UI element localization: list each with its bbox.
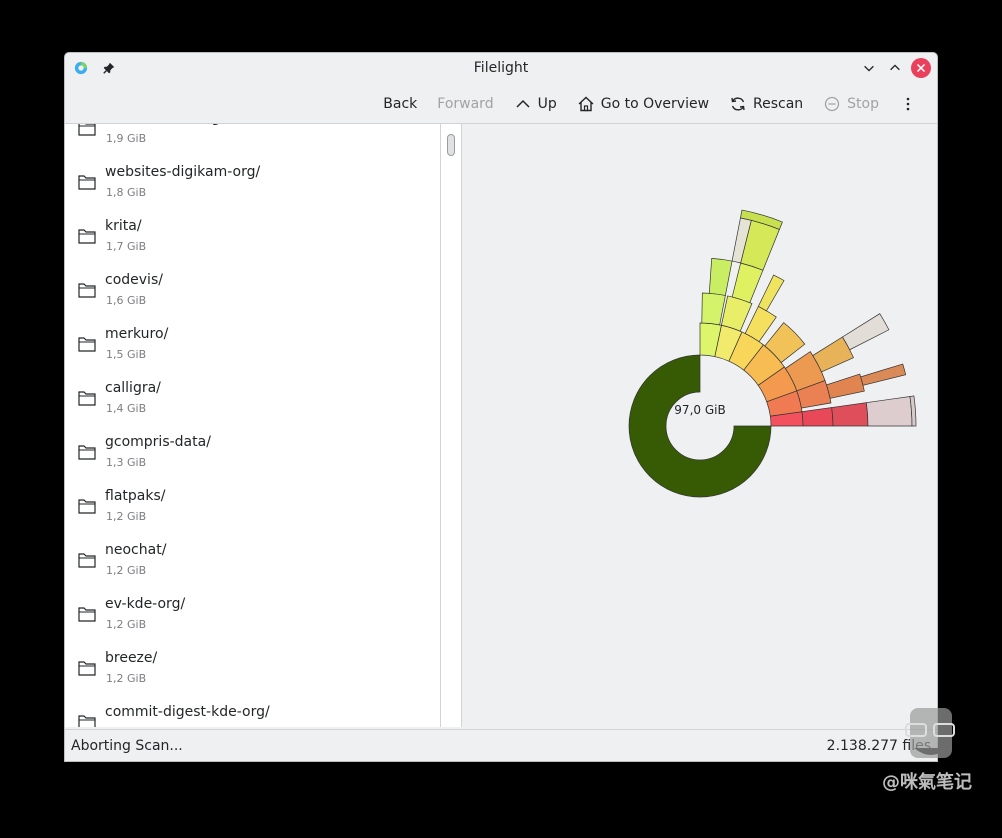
- maximize-icon[interactable]: [885, 58, 905, 78]
- list-item[interactable]: codevis/1,6 GiB: [65, 262, 440, 316]
- window-title: Filelight: [473, 60, 529, 76]
- list-item[interactable]: ev-kde-org/1,2 GiB: [65, 586, 440, 640]
- refresh-icon: [731, 97, 745, 111]
- up-button[interactable]: Up: [506, 91, 565, 117]
- folder-icon: [78, 124, 96, 136]
- watermark-text: @咪氣笔记: [882, 772, 972, 793]
- map-segment-ring3[interactable]: [831, 402, 869, 427]
- list-item[interactable]: merkuro/1,5 GiB: [65, 316, 440, 370]
- main-content: calenmr-kde-org/1,9 GiBwebsites-digikam-…: [65, 123, 937, 727]
- scrollbar[interactable]: [441, 124, 462, 727]
- folder-size: 1,3 GiB: [106, 456, 147, 469]
- folder-name: codevis/: [105, 272, 163, 288]
- filelight-window: Filelight Back Forward Up Go to Overview: [64, 52, 938, 762]
- folder-name: commit-digest-kde-org/: [105, 704, 270, 720]
- folder-icon: [78, 553, 96, 568]
- folder-name: websites-digikam-org/: [105, 164, 261, 180]
- folder-size: 1,2 GiB: [106, 618, 147, 631]
- title-bar: Filelight: [65, 53, 937, 83]
- list-item[interactable]: gcompris-data/1,3 GiB: [65, 424, 440, 478]
- list-item[interactable]: calenmr-kde-org/1,9 GiB: [65, 124, 440, 154]
- overview-label: Go to Overview: [600, 96, 710, 112]
- status-bar: Aborting Scan... 2.138.277 files: [65, 729, 937, 761]
- forward-button[interactable]: Forward: [429, 92, 501, 116]
- more-vertical-icon: [906, 97, 910, 111]
- map-segment-ring2[interactable]: [801, 407, 834, 427]
- close-icon[interactable]: [911, 58, 931, 78]
- folder-name: ev-kde-org/: [105, 596, 186, 612]
- scrollbar-thumb[interactable]: [447, 134, 455, 156]
- folder-size: 1,1 GiB: [106, 726, 146, 727]
- up-label: Up: [537, 96, 557, 112]
- scan-status-text: Aborting Scan...: [71, 738, 183, 754]
- folder-size: 1,7 GiB: [106, 240, 147, 253]
- back-label: Back: [383, 96, 418, 112]
- folder-icon: [78, 229, 96, 244]
- list-item[interactable]: flatpaks/1,2 GiB: [65, 478, 440, 532]
- map-segment-ring4[interactable]: [841, 313, 890, 351]
- home-icon: [578, 96, 594, 112]
- list-item[interactable]: websites-digikam-org/1,8 GiB: [65, 154, 440, 208]
- map-segment-ring4[interactable]: [865, 396, 913, 427]
- folder-icon: [78, 715, 96, 727]
- folder-icon: [78, 661, 96, 676]
- map-segment-ring3[interactable]: [731, 262, 764, 304]
- folder-size: 1,9 GiB: [106, 132, 147, 145]
- folder-name: breeze/: [105, 650, 158, 666]
- folder-icon: [78, 445, 96, 460]
- folder-icon: [78, 499, 96, 514]
- folder-icon: [78, 607, 96, 622]
- folder-name: flatpaks/: [105, 488, 166, 504]
- radial-map[interactable]: 97,0 GiB: [463, 124, 938, 728]
- folder-size: 1,2 GiB: [106, 510, 147, 523]
- map-segment-ring3[interactable]: [757, 274, 785, 312]
- folder-size: 1,4 GiB: [106, 402, 147, 415]
- radial-map-pane[interactable]: 97,0 GiB: [463, 124, 938, 728]
- total-size-label: 97,0 GiB: [674, 403, 725, 417]
- folder-name: calenmr-kde-org/: [105, 124, 225, 126]
- stop-label: Stop: [847, 96, 879, 112]
- rescan-button[interactable]: Rescan: [721, 91, 811, 117]
- stop-icon: [825, 96, 840, 112]
- folder-size: 1,2 GiB: [106, 672, 147, 685]
- toolbar: Back Forward Up Go to Overview Rescan St…: [65, 87, 937, 121]
- folder-name: merkuro/: [105, 326, 169, 342]
- minimize-icon[interactable]: [859, 58, 879, 78]
- more-menu-button[interactable]: [891, 91, 925, 117]
- folder-size: 1,2 GiB: [106, 564, 147, 577]
- folder-name: neochat/: [105, 542, 167, 558]
- map-segment-ring2[interactable]: [701, 292, 726, 326]
- list-item[interactable]: breeze/1,2 GiB: [65, 640, 440, 694]
- list-item[interactable]: calligra/1,4 GiB: [65, 370, 440, 424]
- folder-icon: [78, 337, 96, 352]
- folder-name: calligra/: [105, 380, 161, 396]
- chevron-up-icon: [516, 99, 530, 108]
- stop-button[interactable]: Stop: [815, 91, 887, 117]
- map-segment-ring3[interactable]: [708, 258, 733, 296]
- map-segment-root[interactable]: [628, 354, 772, 498]
- forward-label: Forward: [437, 96, 494, 112]
- app-icon[interactable]: [71, 58, 91, 78]
- back-button[interactable]: Back: [375, 92, 425, 116]
- list-item[interactable]: krita/1,7 GiB: [65, 208, 440, 262]
- map-segment-ring4[interactable]: [860, 363, 907, 386]
- go-to-overview-button[interactable]: Go to Overview: [569, 91, 717, 117]
- folder-size: 1,8 GiB: [106, 186, 147, 199]
- pin-icon[interactable]: [99, 58, 119, 78]
- folder-name: krita/: [105, 218, 142, 234]
- rescan-label: Rescan: [753, 96, 804, 112]
- folder-list[interactable]: calenmr-kde-org/1,9 GiBwebsites-digikam-…: [65, 124, 441, 727]
- map-segment-ring3[interactable]: [826, 373, 865, 399]
- list-item[interactable]: neochat/1,2 GiB: [65, 532, 440, 586]
- folder-name: gcompris-data/: [105, 434, 211, 450]
- folder-icon: [78, 175, 96, 190]
- folder-size: 1,6 GiB: [106, 294, 147, 307]
- folder-size: 1,5 GiB: [106, 348, 147, 361]
- folder-icon: [78, 391, 96, 406]
- list-item[interactable]: commit-digest-kde-org/1,1 GiB: [65, 694, 440, 727]
- folder-icon: [78, 283, 96, 298]
